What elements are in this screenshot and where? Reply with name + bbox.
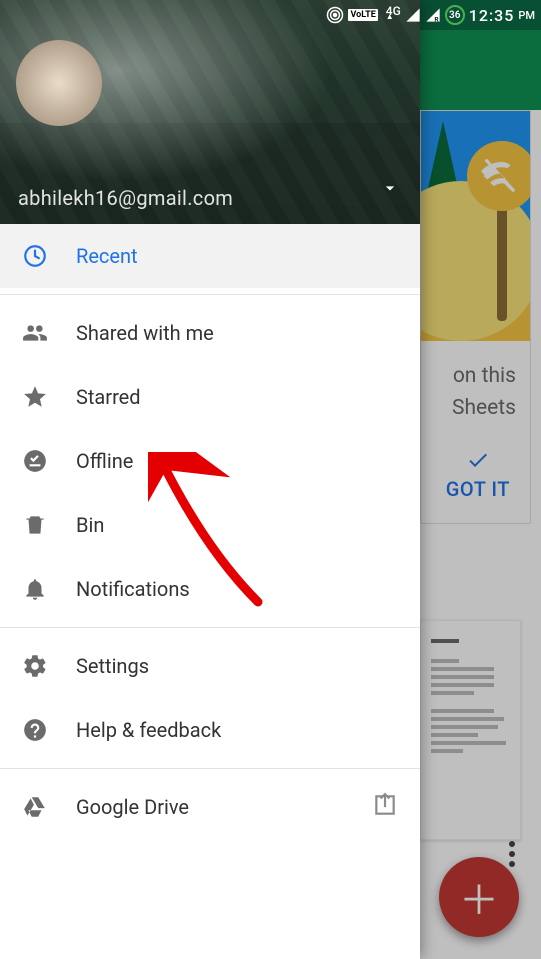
status-ampm: PM (518, 9, 535, 22)
signal-2-icon: R (425, 7, 441, 23)
nav-item-settings[interactable]: Settings (0, 634, 420, 698)
account-dropdown-icon[interactable] (380, 178, 400, 202)
hotspot-icon (326, 6, 344, 24)
nav-item-shared[interactable]: Shared with me (0, 301, 420, 365)
clock-icon (22, 243, 76, 269)
help-icon (22, 717, 76, 743)
nav-item-notifications[interactable]: Notifications (0, 557, 420, 621)
nav-item-drive[interactable]: Google Drive (0, 775, 420, 839)
nav-item-help[interactable]: Help & feedback (0, 698, 420, 762)
drawer-list: Recent Shared with me Starred Offline (0, 224, 420, 959)
drive-icon (22, 794, 76, 820)
status-bar: VoLTE ▲ 4G R 36 12:35 PM (0, 0, 541, 30)
nav-label: Starred (76, 385, 141, 409)
account-email: abhilekh16@gmail.com (18, 186, 233, 210)
nav-label: Offline (76, 449, 133, 473)
open-external-icon (372, 792, 398, 823)
drawer-header[interactable]: abhilekh16@gmail.com (0, 0, 420, 224)
people-icon (22, 320, 76, 346)
divider (0, 627, 420, 628)
divider (0, 294, 420, 295)
nav-label: Settings (76, 654, 149, 678)
signal-1-icon (405, 7, 421, 23)
network-type: ▲ 4G (382, 4, 401, 18)
trash-icon (22, 512, 76, 538)
nav-item-bin[interactable]: Bin (0, 493, 420, 557)
avatar[interactable] (16, 40, 102, 126)
star-icon (22, 384, 76, 410)
battery-indicator: 36 (445, 5, 465, 25)
nav-drawer: abhilekh16@gmail.com Recent Shared with … (0, 0, 420, 959)
nav-label: Shared with me (76, 321, 214, 345)
nav-label: Google Drive (76, 795, 189, 819)
gear-icon (22, 653, 76, 679)
status-time: 12:35 (469, 6, 515, 25)
nav-label: Help & feedback (76, 718, 221, 742)
nav-item-offline[interactable]: Offline (0, 429, 420, 493)
nav-item-starred[interactable]: Starred (0, 365, 420, 429)
nav-label: Recent (76, 244, 138, 268)
nav-label: Bin (76, 513, 104, 537)
divider (0, 768, 420, 769)
volte-badge: VoLTE (348, 9, 377, 21)
nav-label: Notifications (76, 577, 190, 601)
bell-icon (22, 576, 76, 602)
nav-item-recent[interactable]: Recent (0, 224, 420, 288)
offline-pin-icon (22, 448, 76, 474)
